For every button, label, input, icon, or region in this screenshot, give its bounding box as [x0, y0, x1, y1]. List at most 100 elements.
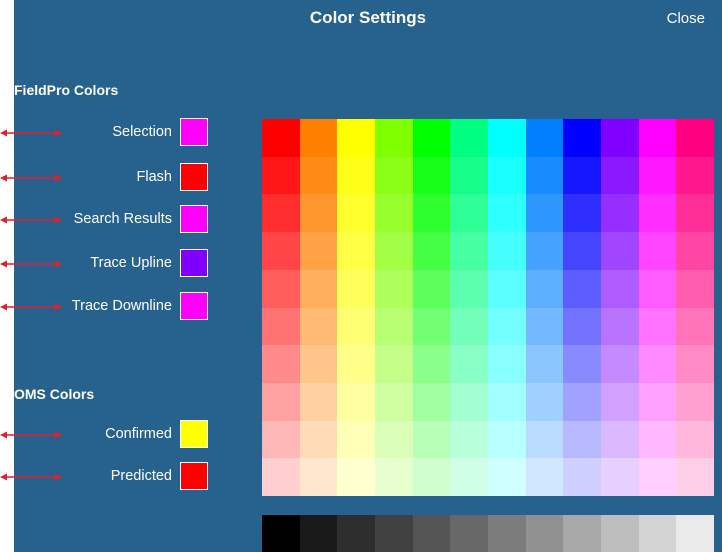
- palette-swatch[interactable]: [412, 232, 451, 270]
- palette-swatch[interactable]: [412, 119, 451, 157]
- palette-swatch[interactable]: [676, 269, 714, 308]
- palette-swatch[interactable]: [601, 269, 639, 308]
- palette-swatch[interactable]: [262, 194, 300, 233]
- palette-swatch[interactable]: [525, 345, 564, 383]
- palette-swatch[interactable]: [262, 232, 300, 270]
- gray-swatch[interactable]: [412, 515, 451, 552]
- palette-swatch[interactable]: [262, 420, 300, 459]
- palette-swatch[interactable]: [676, 194, 714, 233]
- palette-swatch[interactable]: [638, 458, 677, 496]
- palette-swatch[interactable]: [563, 119, 601, 157]
- gray-swatch[interactable]: [375, 515, 413, 552]
- palette-swatch[interactable]: [488, 269, 526, 308]
- palette-swatch[interactable]: [450, 269, 488, 308]
- palette-swatch[interactable]: [638, 420, 677, 459]
- palette-swatch[interactable]: [450, 458, 488, 496]
- palette-swatch[interactable]: [262, 345, 300, 383]
- palette-swatch[interactable]: [262, 307, 300, 346]
- palette-swatch[interactable]: [601, 420, 639, 459]
- palette-swatch[interactable]: [563, 345, 601, 383]
- gray-swatch[interactable]: [525, 515, 564, 552]
- palette-swatch[interactable]: [299, 307, 338, 346]
- palette-swatch[interactable]: [412, 345, 451, 383]
- palette-swatch[interactable]: [450, 382, 488, 421]
- palette-swatch[interactable]: [525, 194, 564, 233]
- palette-swatch[interactable]: [601, 307, 639, 346]
- palette-swatch[interactable]: [375, 345, 413, 383]
- palette-swatch[interactable]: [337, 345, 375, 383]
- palette-swatch[interactable]: [488, 458, 526, 496]
- palette-swatch[interactable]: [450, 307, 488, 346]
- palette-swatch[interactable]: [601, 345, 639, 383]
- palette-swatch[interactable]: [638, 119, 677, 157]
- flash-color-swatch[interactable]: [180, 163, 208, 191]
- palette-swatch[interactable]: [525, 420, 564, 459]
- palette-swatch[interactable]: [412, 458, 451, 496]
- palette-swatch[interactable]: [450, 232, 488, 270]
- search-results-color-swatch[interactable]: [180, 205, 208, 233]
- palette-swatch[interactable]: [676, 232, 714, 270]
- gray-swatch[interactable]: [450, 515, 488, 552]
- palette-swatch[interactable]: [299, 345, 338, 383]
- palette-swatch[interactable]: [676, 307, 714, 346]
- palette-swatch[interactable]: [676, 458, 714, 496]
- palette-swatch[interactable]: [299, 232, 338, 270]
- trace-downline-color-swatch[interactable]: [180, 292, 208, 320]
- palette-swatch[interactable]: [299, 156, 338, 195]
- palette-swatch[interactable]: [676, 156, 714, 195]
- palette-swatch[interactable]: [337, 458, 375, 496]
- palette-swatch[interactable]: [563, 194, 601, 233]
- palette-swatch[interactable]: [299, 194, 338, 233]
- palette-swatch[interactable]: [601, 232, 639, 270]
- palette-swatch[interactable]: [450, 156, 488, 195]
- palette-swatch[interactable]: [488, 307, 526, 346]
- palette-swatch[interactable]: [676, 345, 714, 383]
- palette-swatch[interactable]: [375, 269, 413, 308]
- palette-swatch[interactable]: [601, 156, 639, 195]
- palette-swatch[interactable]: [488, 382, 526, 421]
- palette-swatch[interactable]: [563, 307, 601, 346]
- palette-swatch[interactable]: [563, 420, 601, 459]
- palette-swatch[interactable]: [375, 458, 413, 496]
- palette-swatch[interactable]: [638, 232, 677, 270]
- palette-swatch[interactable]: [375, 420, 413, 459]
- palette-swatch[interactable]: [337, 420, 375, 459]
- palette-swatch[interactable]: [262, 382, 300, 421]
- palette-swatch[interactable]: [337, 232, 375, 270]
- palette-swatch[interactable]: [450, 119, 488, 157]
- palette-swatch[interactable]: [262, 269, 300, 308]
- gray-swatch[interactable]: [262, 515, 300, 552]
- palette-swatch[interactable]: [412, 269, 451, 308]
- palette-swatch[interactable]: [262, 156, 300, 195]
- palette-swatch[interactable]: [488, 345, 526, 383]
- palette-swatch[interactable]: [563, 382, 601, 421]
- palette-swatch[interactable]: [525, 458, 564, 496]
- palette-swatch[interactable]: [337, 307, 375, 346]
- palette-swatch[interactable]: [638, 307, 677, 346]
- gray-swatch[interactable]: [488, 515, 526, 552]
- palette-swatch[interactable]: [375, 232, 413, 270]
- gray-swatch[interactable]: [337, 515, 375, 552]
- palette-swatch[interactable]: [337, 382, 375, 421]
- palette-swatch[interactable]: [601, 194, 639, 233]
- gray-swatch[interactable]: [638, 515, 677, 552]
- palette-swatch[interactable]: [525, 269, 564, 308]
- palette-swatch[interactable]: [563, 269, 601, 308]
- palette-swatch[interactable]: [488, 119, 526, 157]
- palette-swatch[interactable]: [375, 382, 413, 421]
- palette-swatch[interactable]: [412, 194, 451, 233]
- palette-swatch[interactable]: [375, 119, 413, 157]
- palette-swatch[interactable]: [638, 269, 677, 308]
- palette-swatch[interactable]: [299, 420, 338, 459]
- palette-swatch[interactable]: [375, 307, 413, 346]
- palette-swatch[interactable]: [563, 232, 601, 270]
- trace-upline-color-swatch[interactable]: [180, 249, 208, 277]
- gray-swatch[interactable]: [601, 515, 639, 552]
- palette-swatch[interactable]: [638, 345, 677, 383]
- palette-swatch[interactable]: [638, 382, 677, 421]
- palette-swatch[interactable]: [488, 232, 526, 270]
- palette-swatch[interactable]: [638, 194, 677, 233]
- palette-swatch[interactable]: [450, 420, 488, 459]
- palette-swatch[interactable]: [450, 194, 488, 233]
- palette-swatch[interactable]: [299, 458, 338, 496]
